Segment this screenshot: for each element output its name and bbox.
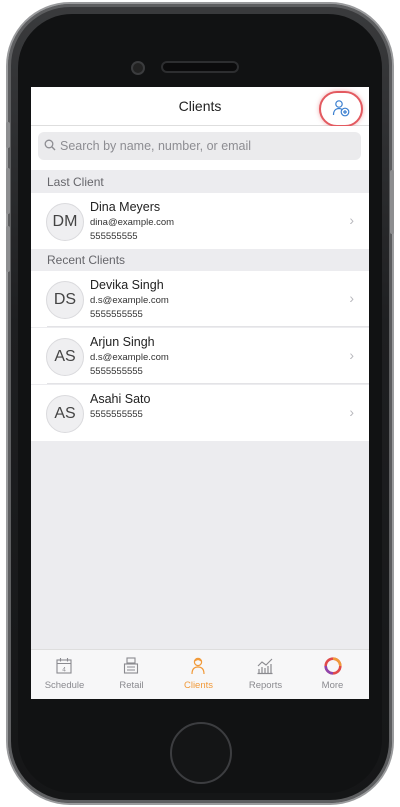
avatar: DS <box>46 281 84 319</box>
client-row-last[interactable]: DM Dina Meyers dina@example.com 55555555… <box>31 193 369 249</box>
register-icon <box>123 657 139 674</box>
client-name: Dina Meyers <box>90 200 161 214</box>
tab-schedule[interactable]: 4 Schedule <box>31 650 98 699</box>
avatar: DM <box>46 203 84 241</box>
svg-text:4: 4 <box>62 667 66 674</box>
client-phone: 5555555555 <box>90 309 143 320</box>
client-row[interactable]: AS Asahi Sato 5555555555 › <box>31 385 369 441</box>
tab-clients[interactable]: Clients <box>165 650 232 699</box>
client-email: d.s@example.com <box>90 295 169 306</box>
navigation-bar: Clients <box>31 87 369 127</box>
volume-up-button <box>6 168 10 214</box>
tab-retail[interactable]: Retail <box>98 650 165 699</box>
chart-icon <box>257 658 273 675</box>
chevron-right-icon: › <box>349 290 354 306</box>
tab-label: More <box>321 680 344 691</box>
tab-label: Schedule <box>44 680 85 691</box>
tab-reports[interactable]: Reports <box>232 650 299 699</box>
avatar: AS <box>46 338 84 376</box>
row-divider <box>47 383 369 384</box>
search-container: Search by name, number, or email <box>31 126 369 170</box>
mute-switch <box>6 122 10 148</box>
client-name: Asahi Sato <box>90 392 151 406</box>
client-name: Arjun Singh <box>90 335 155 349</box>
ring-logo-icon <box>324 657 342 675</box>
client-row[interactable]: AS Arjun Singh d.s@example.com 555555555… <box>31 328 369 384</box>
client-email: dina@example.com <box>90 217 175 228</box>
search-input[interactable]: Search by name, number, or email <box>38 132 361 160</box>
chevron-right-icon: › <box>349 347 354 363</box>
section-label: Last Client <box>47 175 104 189</box>
client-phone: 5555555555 <box>90 409 143 420</box>
client-email: d.s@example.com <box>90 352 169 363</box>
chevron-right-icon: › <box>349 404 354 420</box>
tab-label: Reports <box>248 680 283 691</box>
search-placeholder: Search by name, number, or email <box>60 139 252 153</box>
home-button[interactable] <box>170 722 232 784</box>
search-icon <box>44 139 56 151</box>
app-screen: Clients Search by name, number, or email… <box>31 87 369 699</box>
person-icon <box>191 657 205 675</box>
calendar-icon: 4 <box>56 658 72 674</box>
section-label: Recent Clients <box>47 253 126 267</box>
client-phone: 5555555555 <box>90 366 143 377</box>
client-phone: 555555555 <box>90 231 138 242</box>
tab-label: Retail <box>119 680 144 691</box>
section-header-last-client: Last Client <box>31 171 369 193</box>
earpiece-speaker <box>163 63 237 71</box>
tab-label: Clients <box>183 680 214 691</box>
client-row[interactable]: DS Devika Singh d.s@example.com 55555555… <box>31 271 369 327</box>
add-client-button[interactable] <box>319 91 363 127</box>
row-divider <box>47 326 369 327</box>
volume-down-button <box>6 226 10 272</box>
tab-bar: 4 Schedule Retail Clients Reports More <box>31 649 369 699</box>
tab-more[interactable]: More <box>299 650 366 699</box>
front-camera <box>133 63 143 73</box>
add-person-icon <box>332 100 350 117</box>
chevron-right-icon: › <box>349 212 354 228</box>
section-header-recent-clients: Recent Clients <box>31 249 369 271</box>
client-name: Devika Singh <box>90 278 164 292</box>
avatar: AS <box>46 395 84 433</box>
power-button <box>390 170 394 234</box>
